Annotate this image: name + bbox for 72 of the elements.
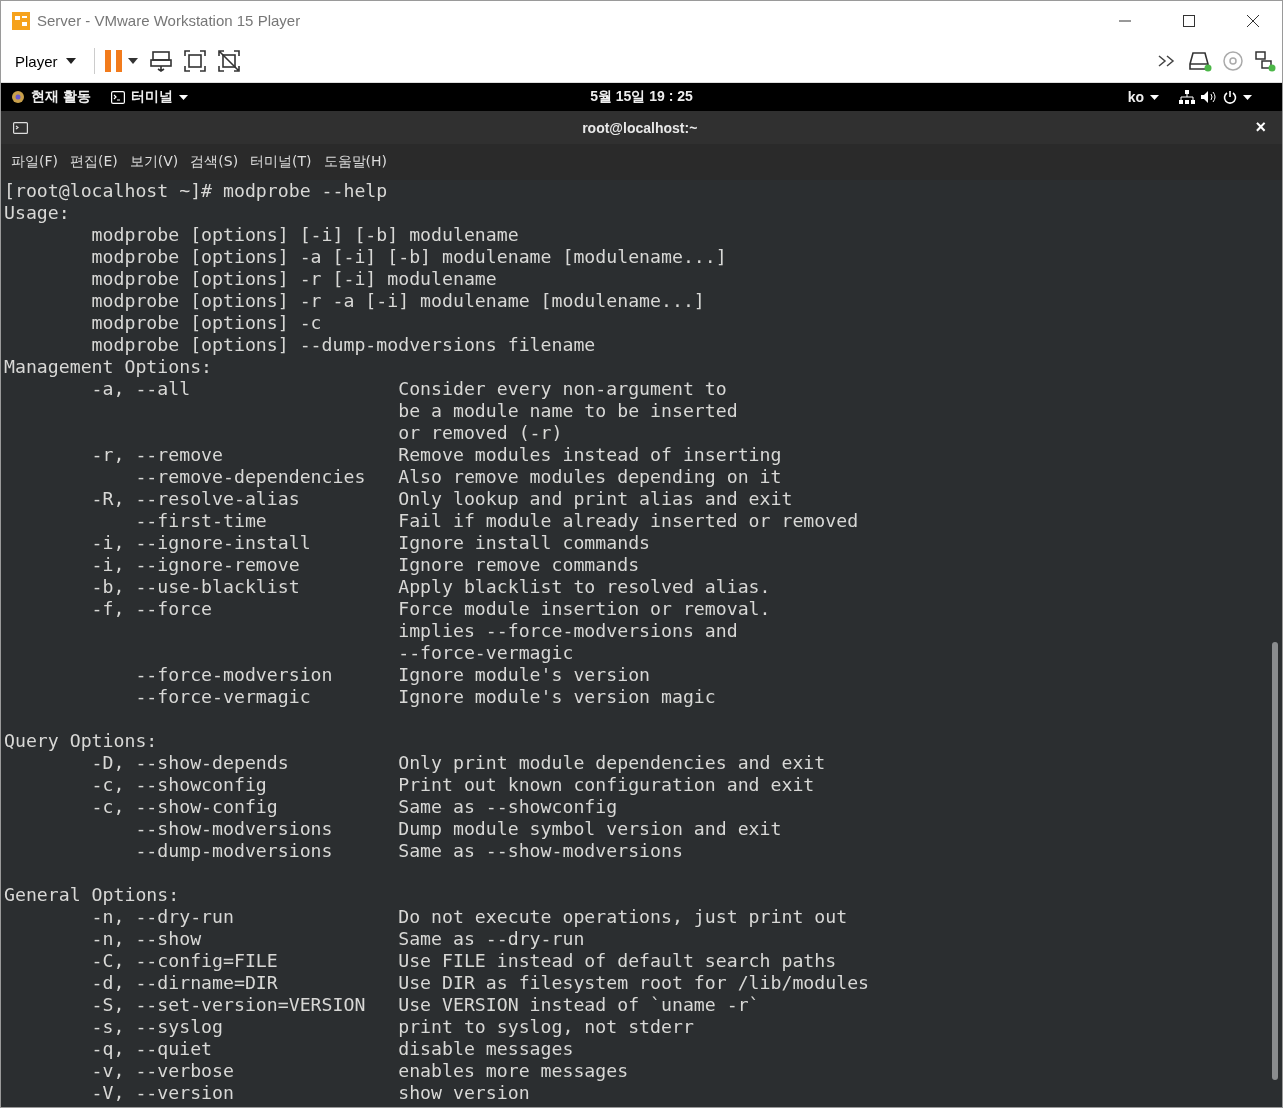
menu-item[interactable]: 터미널(T) bbox=[244, 149, 318, 175]
scrollbar-thumb[interactable] bbox=[1272, 642, 1278, 1080]
caret-icon[interactable] bbox=[178, 94, 188, 100]
menu-item[interactable]: 파일(F) bbox=[5, 149, 64, 175]
terminal-line: -C, --config=FILE Use FILE instead of default search paths bbox=[90, 950, 838, 972]
terminal-line: -n, --show Same as --dry-run bbox=[90, 928, 586, 950]
app-menu-label[interactable]: 터미널 bbox=[130, 88, 173, 106]
terminal-line: Management Options: bbox=[4, 356, 214, 378]
caret-icon[interactable] bbox=[1150, 94, 1159, 100]
caret-icon[interactable] bbox=[126, 57, 139, 65]
network-adapter-icon[interactable] bbox=[1254, 50, 1276, 72]
terminal-line: --force-vermagic bbox=[397, 642, 575, 664]
terminal-close-button[interactable]: × bbox=[1251, 117, 1270, 138]
terminal-line: -b, --use-blacklist Apply blacklist to resolved alias. bbox=[90, 576, 772, 598]
menu-item[interactable]: 편집(E) bbox=[64, 149, 124, 175]
network-icon[interactable] bbox=[1179, 90, 1195, 104]
maximize-icon[interactable] bbox=[1183, 14, 1195, 27]
clock[interactable]: 5월 15일 19 : 25 bbox=[590, 88, 693, 106]
terminal-line: modprobe [options] -a [-i] [-b] modulename [modulename...] bbox=[90, 246, 728, 268]
volume-icon[interactable] bbox=[1201, 90, 1217, 104]
terminal-line: --force-modversion Ignore module's version bbox=[134, 664, 652, 686]
terminal-line: Query Options: bbox=[4, 730, 159, 752]
player-menu-button[interactable]: Player bbox=[7, 48, 84, 74]
terminal-line: -c, --show-config Same as --showconfig bbox=[90, 796, 619, 818]
terminal-icon[interactable] bbox=[110, 90, 125, 104]
caret-icon bbox=[65, 58, 76, 64]
terminal-line: General Options: bbox=[4, 884, 181, 906]
terminal-line: be a module name to be inserted bbox=[397, 400, 739, 422]
unity-icon[interactable] bbox=[216, 49, 241, 73]
terminal-line: modprobe [options] --dump-modversions filename bbox=[90, 334, 597, 356]
terminal-line: -c, --showconfig Print out known configuration and exit bbox=[90, 774, 816, 796]
terminal-line: -n, --dry-run Do not execute operations, just print out bbox=[90, 906, 849, 928]
terminal-line: --show-modversions Dump module symbol version and exit bbox=[134, 818, 783, 840]
terminal-line: implies --force-modversions and bbox=[397, 620, 739, 642]
app-logo-icon bbox=[11, 10, 31, 31]
menu-item[interactable]: 도움말(H) bbox=[317, 149, 394, 175]
menu-item[interactable]: 검색(S) bbox=[184, 149, 245, 175]
fullscreen-icon[interactable] bbox=[182, 49, 207, 73]
terminal-line: modprobe [options] -r [-i] modulename bbox=[90, 268, 498, 290]
terminal-line: --force-vermagic Ignore module's version magic bbox=[134, 686, 717, 708]
terminal-line: --dump-modversions Same as --show-modversions bbox=[134, 840, 684, 862]
terminal-line: or removed (-r) bbox=[397, 422, 564, 444]
terminal-line: -R, --resolve-alias Only lookup and print alias and exit bbox=[90, 488, 794, 510]
terminal-icon bbox=[13, 121, 28, 134]
terminal-line: modprobe [options] -c bbox=[90, 312, 323, 334]
terminal-line: modprobe [options] -r -a [-i] modulename [modulename...] bbox=[90, 290, 706, 312]
terminal-line: -q, --quiet disable messages bbox=[90, 1038, 575, 1060]
terminal-line: -a, --all Consider every non-argument to bbox=[90, 378, 728, 400]
menu-item[interactable]: 보기(V) bbox=[123, 149, 185, 175]
activities-label[interactable]: 현재 활동 bbox=[31, 88, 91, 106]
terminal-line: -s, --syslog print to syslog, not stderr bbox=[90, 1016, 695, 1038]
terminal-line: [root@localhost ~]# modprobe --help bbox=[4, 180, 389, 202]
terminal-line: -S, --set-version=VERSION Use VERSION instead of `uname -r` bbox=[90, 994, 761, 1016]
terminal-line: modprobe [options] [-i] [-b] modulename bbox=[90, 224, 520, 246]
terminal-title: root@localhost:~ bbox=[581, 119, 699, 136]
terminal-line: -i, --ignore-install Ignore install commands bbox=[90, 532, 652, 554]
terminal-line: --remove-dependencies Also remove modules depending on it bbox=[134, 466, 783, 488]
terminal-line: --first-time Fail if module already inserted or removed bbox=[134, 510, 860, 532]
terminal-line: Usage: bbox=[4, 202, 71, 224]
terminal-line: -D, --show-depends Only print module dependencies and exit bbox=[90, 752, 827, 774]
close-icon[interactable] bbox=[1247, 14, 1259, 27]
terminal-line: -i, --ignore-remove Ignore remove commands bbox=[90, 554, 641, 576]
window-title: Server - VMware Workstation 15 Player bbox=[37, 12, 302, 29]
terminal-line: -v, --verbose enables more messages bbox=[90, 1060, 630, 1082]
power-icon[interactable] bbox=[1223, 90, 1237, 104]
hard-disk-icon[interactable] bbox=[1188, 50, 1212, 72]
terminal-line: -V, --version show version bbox=[90, 1082, 531, 1104]
input-source-label[interactable]: ko bbox=[1127, 89, 1144, 105]
caret-icon[interactable] bbox=[1243, 94, 1252, 100]
terminal-line: -d, --dirname=DIR Use DIR as filesystem root for /lib/modules bbox=[90, 972, 871, 994]
terminal-line: -r, --remove Remove modules instead of inserting bbox=[90, 444, 783, 466]
terminal-line: -f, --force Force module insertion or removal. bbox=[90, 598, 772, 620]
